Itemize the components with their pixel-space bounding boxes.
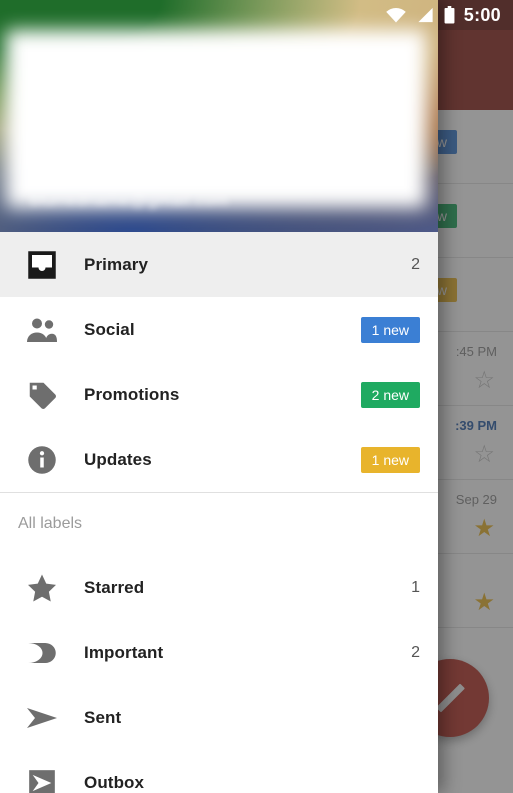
drawer-label-starred[interactable]: Starred 1 (0, 555, 438, 620)
nav-icon-wrap (0, 317, 84, 343)
blurred-account-card (6, 30, 426, 208)
inbox-icon (28, 250, 56, 279)
nav-item-label: Primary (84, 254, 149, 274)
unread-badge: 1 new (360, 446, 420, 473)
drawer-item-promotions[interactable]: Promotions 2 new (0, 362, 438, 427)
navigation-drawer: blurredname@gmail.com Primary 2 Social 1 ne… (0, 0, 438, 793)
cellular-signal-icon (418, 7, 433, 23)
nav-item-label: Sent (84, 707, 122, 727)
drawer-account-header[interactable]: blurredname@gmail.com (0, 0, 438, 232)
drawer-item-updates[interactable]: Updates 1 new (0, 427, 438, 492)
unread-count: 2 (411, 255, 420, 273)
nav-icon-wrap (0, 445, 84, 475)
nav-icon-wrap (0, 706, 84, 730)
star-icon (28, 574, 56, 601)
unread-count: 1 (411, 578, 420, 596)
account-email: blurredname@gmail.com (30, 190, 229, 209)
unread-badge: 2 new (360, 381, 420, 408)
battery-icon (444, 6, 455, 24)
drawer-label-outbox[interactable]: Outbox (0, 750, 438, 793)
unread-badge: 1 new (360, 316, 420, 343)
nav-icon-wrap (0, 380, 84, 410)
nav-item-label: Outbox (84, 772, 145, 792)
nav-item-label: Promotions (84, 384, 180, 404)
tag-icon (29, 382, 56, 409)
people-icon (27, 318, 57, 342)
drawer-label-sent[interactable]: Sent (0, 685, 438, 750)
drawer-label-important[interactable]: Important 2 (0, 620, 438, 685)
important-icon (28, 642, 56, 663)
unread-count: 2 (411, 643, 420, 661)
drawer-item-primary[interactable]: Primary 2 (0, 232, 438, 297)
status-bar: 5:00 (0, 0, 513, 30)
nav-item-label: Updates (84, 449, 152, 469)
drawer-menu-list: Primary 2 Social 1 new Promotions 2 new Update… (0, 232, 438, 793)
wifi-icon (385, 7, 406, 23)
clock: 5:00 (463, 4, 501, 25)
nav-item-label: Social (84, 319, 135, 339)
nav-icon-wrap (0, 769, 84, 793)
nav-icon-wrap (0, 641, 84, 665)
nav-item-label: Starred (84, 577, 145, 597)
nav-icon-wrap (0, 250, 84, 280)
nav-item-label: Important (84, 642, 164, 662)
sent-icon (27, 707, 57, 728)
outbox-icon (29, 769, 55, 793)
info-icon (28, 445, 56, 474)
nav-icon-wrap (0, 573, 84, 603)
all-labels-section-title: All labels (0, 493, 438, 555)
drawer-item-social[interactable]: Social 1 new (0, 297, 438, 362)
